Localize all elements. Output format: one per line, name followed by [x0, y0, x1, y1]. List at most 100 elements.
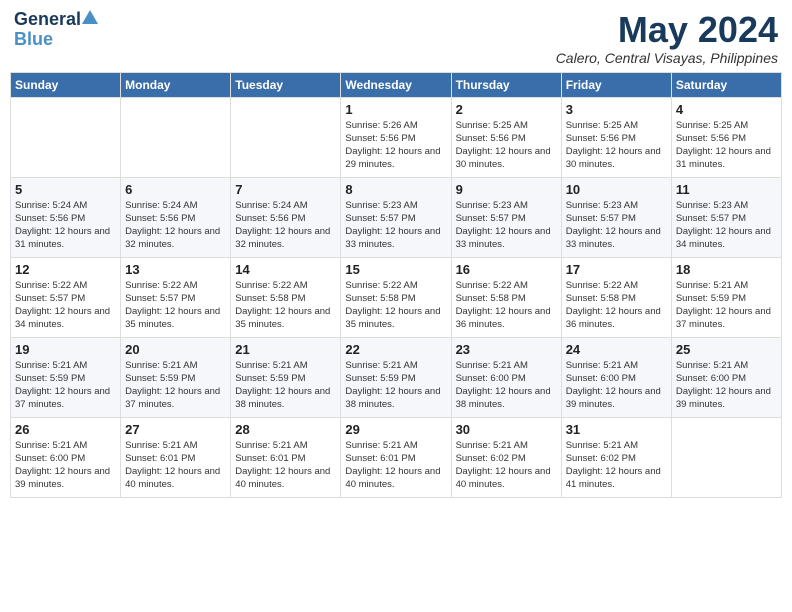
logo: General Blue	[14, 10, 98, 50]
day-number: 30	[456, 422, 557, 437]
day-number: 3	[566, 102, 667, 117]
calendar-cell	[671, 417, 781, 497]
day-info: Sunrise: 5:21 AM Sunset: 6:02 PM Dayligh…	[566, 439, 667, 492]
calendar-header-row: SundayMondayTuesdayWednesdayThursdayFrid…	[11, 72, 782, 97]
day-info: Sunrise: 5:22 AM Sunset: 5:57 PM Dayligh…	[15, 279, 116, 332]
calendar-cell	[121, 97, 231, 177]
day-info: Sunrise: 5:21 AM Sunset: 6:01 PM Dayligh…	[345, 439, 446, 492]
day-info: Sunrise: 5:21 AM Sunset: 6:01 PM Dayligh…	[125, 439, 226, 492]
day-number: 10	[566, 182, 667, 197]
calendar-cell: 30 Sunrise: 5:21 AM Sunset: 6:02 PM Dayli…	[451, 417, 561, 497]
day-number: 27	[125, 422, 226, 437]
calendar-cell: 4Sunrise: 5:25 AM Sunset: 5:56 PM Daylig…	[671, 97, 781, 177]
day-info: Sunrise: 5:21 AM Sunset: 5:59 PM Dayligh…	[15, 359, 116, 412]
calendar-cell: 20 Sunrise: 5:21 AM Sunset: 5:59 PM Dayli…	[121, 337, 231, 417]
day-info: Sunrise: 5:21 AM Sunset: 6:00 PM Dayligh…	[15, 439, 116, 492]
calendar-cell: 24Sunrise: 5:21 AM Sunset: 6:00 PM Dayli…	[561, 337, 671, 417]
calendar-header-cell: Thursday	[451, 72, 561, 97]
day-info: Sunrise: 5:22 AM Sunset: 5:57 PM Dayligh…	[125, 279, 226, 332]
calendar-cell: 17Sunrise: 5:22 AM Sunset: 5:58 PM Dayli…	[561, 257, 671, 337]
location-title: Calero, Central Visayas, Philippines	[556, 50, 778, 66]
day-info: Sunrise: 5:22 AM Sunset: 5:58 PM Dayligh…	[456, 279, 557, 332]
day-number: 14	[235, 262, 336, 277]
calendar-cell: 7 Sunrise: 5:24 AM Sunset: 5:56 PM Daylig…	[231, 177, 341, 257]
calendar-cell: 14 Sunrise: 5:22 AM Sunset: 5:58 PM Dayli…	[231, 257, 341, 337]
day-info: Sunrise: 5:25 AM Sunset: 5:56 PM Dayligh…	[676, 119, 777, 172]
logo-text-general: General	[14, 10, 81, 30]
calendar-cell: 19Sunrise: 5:21 AM Sunset: 5:59 PM Dayli…	[11, 337, 121, 417]
day-number: 7	[235, 182, 336, 197]
day-info: Sunrise: 5:24 AM Sunset: 5:56 PM Dayligh…	[235, 199, 336, 252]
day-number: 6	[125, 182, 226, 197]
calendar-cell: 21 Sunrise: 5:21 AM Sunset: 5:59 PM Dayli…	[231, 337, 341, 417]
day-info: Sunrise: 5:23 AM Sunset: 5:57 PM Dayligh…	[676, 199, 777, 252]
day-info: Sunrise: 5:26 AM Sunset: 5:56 PM Dayligh…	[345, 119, 446, 172]
day-info: Sunrise: 5:23 AM Sunset: 5:57 PM Dayligh…	[566, 199, 667, 252]
day-info: Sunrise: 5:21 AM Sunset: 6:00 PM Dayligh…	[456, 359, 557, 412]
calendar-cell: 25 Sunrise: 5:21 AM Sunset: 6:00 PM Dayli…	[671, 337, 781, 417]
month-title: May 2024	[556, 10, 778, 50]
calendar-cell: 29 Sunrise: 5:21 AM Sunset: 6:01 PM Dayli…	[341, 417, 451, 497]
calendar-cell: 3Sunrise: 5:25 AM Sunset: 5:56 PM Daylig…	[561, 97, 671, 177]
day-info: Sunrise: 5:23 AM Sunset: 5:57 PM Dayligh…	[456, 199, 557, 252]
calendar-week-row: 26 Sunrise: 5:21 AM Sunset: 6:00 PM Dayli…	[11, 417, 782, 497]
calendar-cell: 15Sunrise: 5:22 AM Sunset: 5:58 PM Dayli…	[341, 257, 451, 337]
day-number: 22	[345, 342, 446, 357]
day-number: 15	[345, 262, 446, 277]
calendar-week-row: 5 Sunrise: 5:24 AM Sunset: 5:56 PM Daylig…	[11, 177, 782, 257]
day-info: Sunrise: 5:21 AM Sunset: 5:59 PM Dayligh…	[235, 359, 336, 412]
day-info: Sunrise: 5:21 AM Sunset: 6:02 PM Dayligh…	[456, 439, 557, 492]
calendar-cell: 16Sunrise: 5:22 AM Sunset: 5:58 PM Dayli…	[451, 257, 561, 337]
calendar-cell	[11, 97, 121, 177]
day-info: Sunrise: 5:21 AM Sunset: 5:59 PM Dayligh…	[125, 359, 226, 412]
day-number: 2	[456, 102, 557, 117]
day-number: 11	[676, 182, 777, 197]
day-number: 29	[345, 422, 446, 437]
day-number: 26	[15, 422, 116, 437]
day-info: Sunrise: 5:24 AM Sunset: 5:56 PM Dayligh…	[125, 199, 226, 252]
day-number: 25	[676, 342, 777, 357]
day-number: 1	[345, 102, 446, 117]
calendar-week-row: 12 Sunrise: 5:22 AM Sunset: 5:57 PM Dayli…	[11, 257, 782, 337]
day-number: 28	[235, 422, 336, 437]
calendar-cell: 22Sunrise: 5:21 AM Sunset: 5:59 PM Dayli…	[341, 337, 451, 417]
day-info: Sunrise: 5:24 AM Sunset: 5:56 PM Dayligh…	[15, 199, 116, 252]
day-info: Sunrise: 5:25 AM Sunset: 5:56 PM Dayligh…	[456, 119, 557, 172]
logo-text-blue: Blue	[14, 30, 53, 50]
calendar-header-cell: Friday	[561, 72, 671, 97]
day-info: Sunrise: 5:23 AM Sunset: 5:57 PM Dayligh…	[345, 199, 446, 252]
day-info: Sunrise: 5:21 AM Sunset: 5:59 PM Dayligh…	[676, 279, 777, 332]
calendar-cell: 28Sunrise: 5:21 AM Sunset: 6:01 PM Dayli…	[231, 417, 341, 497]
calendar-header-cell: Tuesday	[231, 72, 341, 97]
day-number: 18	[676, 262, 777, 277]
calendar-cell: 11 Sunrise: 5:23 AM Sunset: 5:57 PM Dayli…	[671, 177, 781, 257]
day-number: 17	[566, 262, 667, 277]
calendar-header: SundayMondayTuesdayWednesdayThursdayFrid…	[11, 72, 782, 97]
calendar-header-cell: Monday	[121, 72, 231, 97]
calendar-cell: 18 Sunrise: 5:21 AM Sunset: 5:59 PM Dayli…	[671, 257, 781, 337]
day-number: 20	[125, 342, 226, 357]
day-info: Sunrise: 5:21 AM Sunset: 6:00 PM Dayligh…	[566, 359, 667, 412]
day-number: 23	[456, 342, 557, 357]
calendar-cell: 26 Sunrise: 5:21 AM Sunset: 6:00 PM Dayli…	[11, 417, 121, 497]
calendar-cell: 9Sunrise: 5:23 AM Sunset: 5:57 PM Daylig…	[451, 177, 561, 257]
logo-icon	[82, 10, 98, 26]
day-number: 8	[345, 182, 446, 197]
calendar-cell: 10 Sunrise: 5:23 AM Sunset: 5:57 PM Dayli…	[561, 177, 671, 257]
calendar-week-row: 1 Sunrise: 5:26 AM Sunset: 5:56 PM Daylig…	[11, 97, 782, 177]
calendar-cell: 8 Sunrise: 5:23 AM Sunset: 5:57 PM Daylig…	[341, 177, 451, 257]
calendar-cell: 13Sunrise: 5:22 AM Sunset: 5:57 PM Dayli…	[121, 257, 231, 337]
calendar-cell: 23 Sunrise: 5:21 AM Sunset: 6:00 PM Dayli…	[451, 337, 561, 417]
title-section: May 2024 Calero, Central Visayas, Philip…	[556, 10, 778, 66]
page-header: General Blue May 2024 Calero, Central Vi…	[10, 10, 782, 66]
calendar-cell: 12 Sunrise: 5:22 AM Sunset: 5:57 PM Dayli…	[11, 257, 121, 337]
day-number: 12	[15, 262, 116, 277]
calendar-cell	[231, 97, 341, 177]
calendar-header-cell: Saturday	[671, 72, 781, 97]
day-number: 5	[15, 182, 116, 197]
day-info: Sunrise: 5:21 AM Sunset: 6:00 PM Dayligh…	[676, 359, 777, 412]
day-number: 31	[566, 422, 667, 437]
day-info: Sunrise: 5:22 AM Sunset: 5:58 PM Dayligh…	[235, 279, 336, 332]
calendar-body: 1 Sunrise: 5:26 AM Sunset: 5:56 PM Daylig…	[11, 97, 782, 497]
day-number: 21	[235, 342, 336, 357]
